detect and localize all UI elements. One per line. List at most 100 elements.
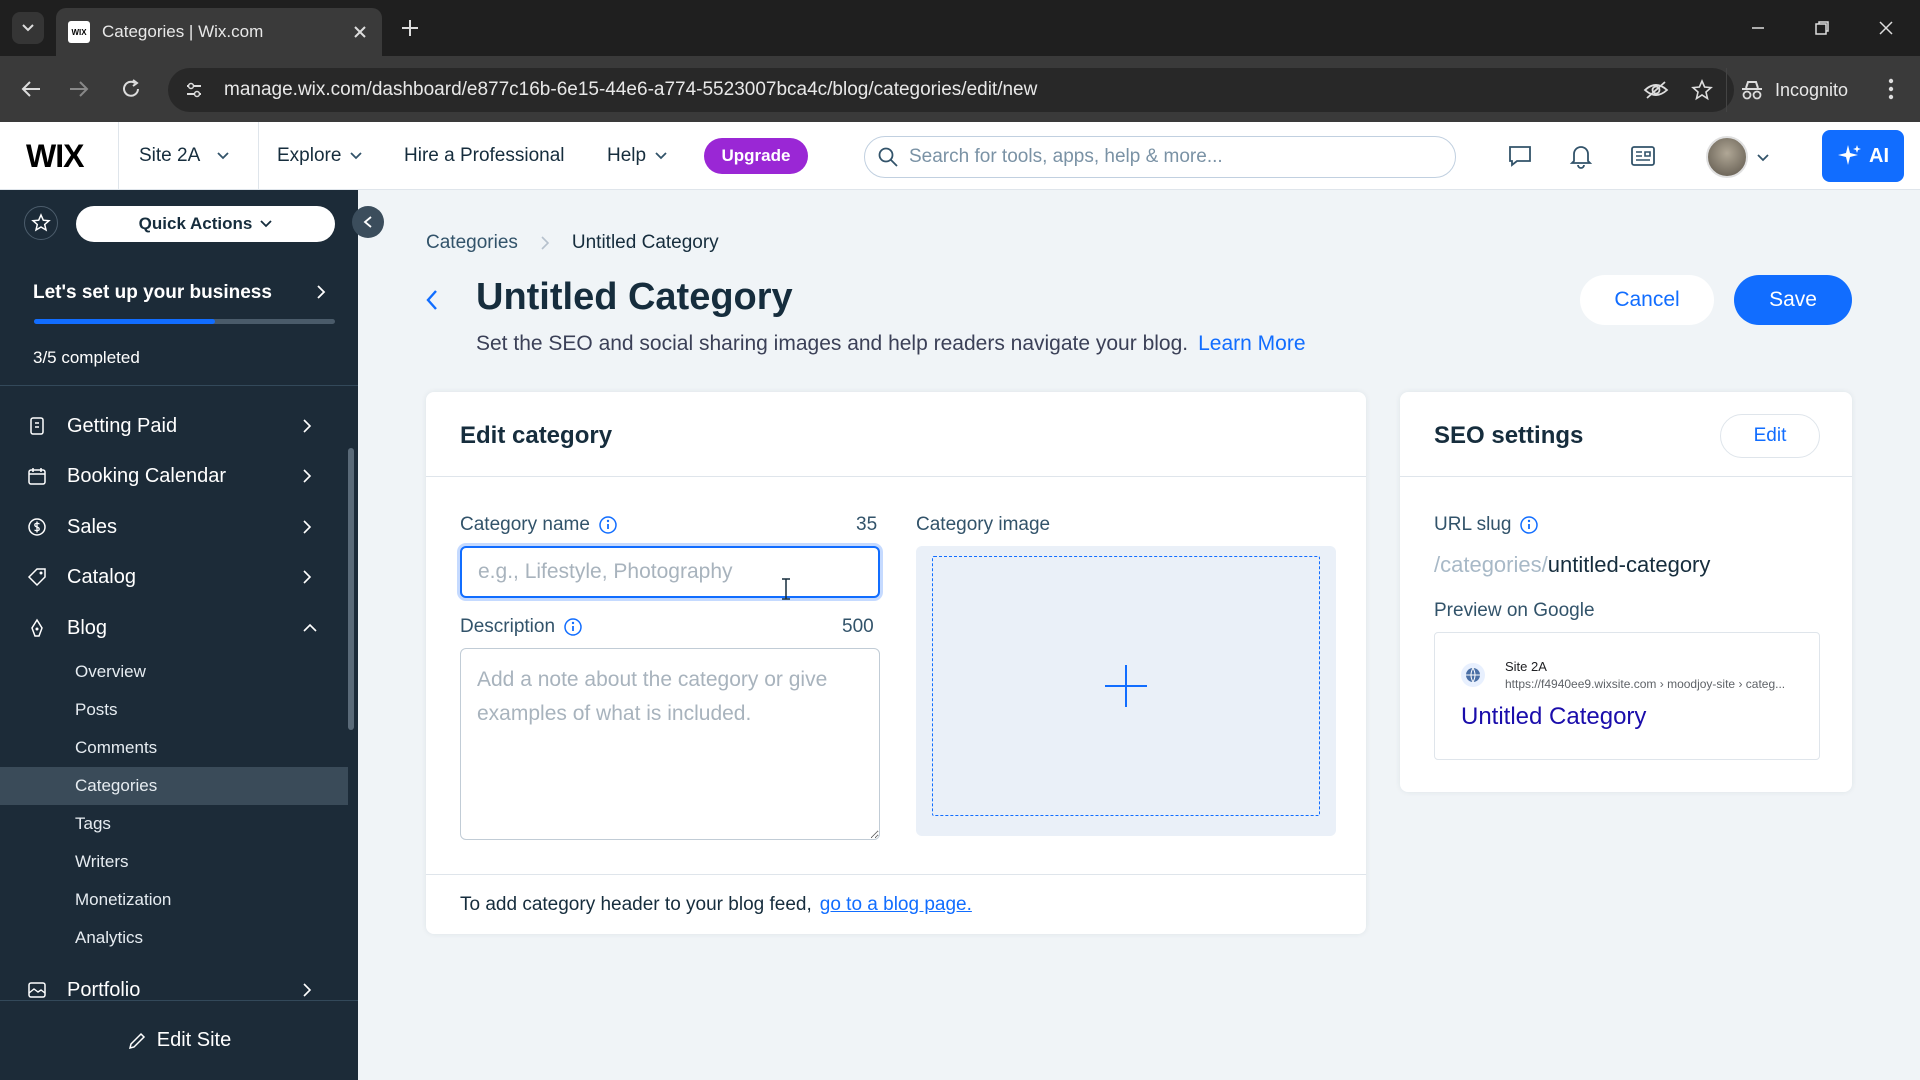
- eye-off-icon[interactable]: [1642, 76, 1670, 104]
- upgrade-button[interactable]: Upgrade: [704, 138, 808, 174]
- image-upload-dropzone[interactable]: [932, 556, 1320, 816]
- slug-prefix: /categories/: [1434, 552, 1548, 577]
- sidebar-subitem-posts[interactable]: Posts: [0, 691, 348, 729]
- sidebar-item-blog[interactable]: Blog: [0, 604, 350, 652]
- edit-site-button[interactable]: Edit Site: [0, 1000, 358, 1080]
- card-divider: [426, 874, 1366, 875]
- pen-nib-icon: [26, 617, 48, 639]
- edit-site-label: Edit Site: [156, 1029, 232, 1051]
- sidebar-item-catalog[interactable]: Catalog: [0, 553, 350, 601]
- chevron-left-icon: [363, 216, 372, 228]
- sidebar-subitem-categories[interactable]: Categories: [0, 767, 348, 805]
- site-info-icon[interactable]: [182, 78, 206, 102]
- minimize-icon[interactable]: [1744, 14, 1772, 42]
- new-tab-icon[interactable]: [398, 16, 422, 40]
- setup-checklist[interactable]: Let's set up your business 3/5 completed: [0, 262, 358, 386]
- seo-edit-button[interactable]: Edit: [1720, 414, 1820, 458]
- save-button[interactable]: Save: [1734, 275, 1852, 325]
- page-subtitle: Set the SEO and social sharing images an…: [476, 332, 1306, 356]
- help-menu[interactable]: Help: [607, 122, 668, 190]
- url-text[interactable]: manage.wix.com/dashboard/e877c16b-6e15-4…: [224, 79, 1642, 101]
- blog-header-note-text: To add category header to your blog feed…: [460, 894, 812, 915]
- chevron-down-icon: [260, 220, 272, 228]
- description-char-limit: 500: [842, 616, 874, 637]
- sidebar-subitem-analytics[interactable]: Analytics: [0, 919, 348, 957]
- collapse-sidebar-button[interactable]: [352, 206, 384, 238]
- plus-icon: [1105, 665, 1147, 707]
- description-label-text: Description: [460, 616, 556, 637]
- sidebar-item-sales[interactable]: Sales: [0, 503, 350, 551]
- setup-progress-fill: [34, 319, 215, 324]
- header-search[interactable]: [864, 136, 1456, 178]
- chat-icon[interactable]: [1506, 142, 1534, 170]
- sidebar-item-getting-paid[interactable]: Getting Paid: [0, 402, 350, 450]
- address-bar[interactable]: manage.wix.com/dashboard/e877c16b-6e15-4…: [168, 68, 1734, 112]
- explore-label: Explore: [277, 145, 342, 166]
- info-icon[interactable]: [598, 515, 618, 535]
- info-icon[interactable]: [1519, 515, 1539, 535]
- back-arrow-icon[interactable]: [424, 288, 440, 312]
- cancel-button[interactable]: Cancel: [1580, 275, 1714, 325]
- chevron-down-icon: [655, 152, 667, 160]
- incognito-indicator[interactable]: Incognito: [1726, 68, 1860, 112]
- restore-icon[interactable]: [1808, 14, 1836, 42]
- chevron-down-icon: [217, 152, 229, 160]
- hire-professional-link[interactable]: Hire a Professional: [404, 122, 565, 190]
- calendar-icon: [26, 465, 48, 487]
- explore-menu[interactable]: Explore: [277, 122, 363, 190]
- sidebar-scrollbar[interactable]: [348, 448, 354, 730]
- back-icon[interactable]: [16, 74, 46, 104]
- avatar[interactable]: [1706, 136, 1748, 178]
- site-switcher[interactable]: Site 2A: [118, 122, 259, 190]
- portfolio-icon: [26, 979, 48, 1001]
- dollar-circle-icon: [26, 516, 48, 538]
- setup-count: 3/5 completed: [33, 348, 140, 367]
- sidebar-subitem-tags[interactable]: Tags: [0, 805, 348, 843]
- sidebar-subitem-overview[interactable]: Overview: [0, 653, 348, 691]
- sidebar-subitem-writers[interactable]: Writers: [0, 843, 348, 881]
- browser-tab[interactable]: WIX Categories | Wix.com: [56, 8, 382, 56]
- breadcrumb-categories[interactable]: Categories: [426, 232, 518, 254]
- sidebar-subitem-monetization[interactable]: Monetization: [0, 881, 348, 919]
- news-feed-icon[interactable]: [1629, 142, 1657, 170]
- chevron-right-icon: [303, 469, 312, 483]
- bookmark-star-icon[interactable]: [1688, 76, 1716, 104]
- sidebar-subitem-comments[interactable]: Comments: [0, 729, 348, 767]
- ai-assistant-button[interactable]: AI: [1822, 130, 1904, 182]
- setup-progress-bar: [34, 319, 335, 324]
- preview-on-google-label: Preview on Google: [1434, 600, 1595, 621]
- sidebar-item-label: Catalog: [67, 565, 136, 588]
- chevron-right-icon: [317, 285, 326, 299]
- favorites-button[interactable]: [24, 206, 58, 240]
- forward-icon[interactable]: [64, 74, 94, 104]
- search-icon: [878, 147, 898, 167]
- learn-more-link[interactable]: Learn More: [1198, 332, 1305, 355]
- tab-search-button[interactable]: [12, 12, 44, 44]
- seo-settings-card: SEO settings Edit URL slug /categories/u…: [1400, 392, 1852, 792]
- chevron-up-icon: [303, 623, 317, 632]
- info-icon[interactable]: [563, 617, 583, 637]
- category-name-input[interactable]: [460, 546, 880, 598]
- tab-close-icon[interactable]: [350, 22, 370, 42]
- sidebar-item-label: Booking Calendar: [67, 464, 226, 487]
- category-image-label: Category image: [916, 514, 1051, 535]
- category-name-label-text: Category name: [460, 514, 590, 535]
- chevron-right-icon: [303, 983, 312, 997]
- incognito-icon: [1742, 81, 1762, 100]
- go-to-blog-page-link[interactable]: go to a blog page.: [820, 894, 972, 916]
- browser-menu-icon[interactable]: [1876, 74, 1906, 104]
- reload-icon[interactable]: [116, 74, 146, 104]
- tab-title: Categories | Wix.com: [102, 22, 264, 41]
- sidebar-item-label: Getting Paid: [67, 414, 178, 437]
- edit-category-title: Edit category: [460, 422, 613, 449]
- text-cursor-icon: [782, 578, 790, 600]
- quick-actions-button[interactable]: Quick Actions: [76, 206, 335, 242]
- sidebar-item-booking-calendar[interactable]: Booking Calendar: [0, 452, 350, 500]
- chevron-down-icon[interactable]: [1756, 153, 1770, 163]
- bell-icon[interactable]: [1567, 142, 1595, 170]
- wix-logo[interactable]: WIX: [26, 138, 84, 175]
- url-slug-value: /categories/untitled-category: [1434, 552, 1710, 578]
- search-input[interactable]: [909, 146, 1429, 168]
- close-window-icon[interactable]: [1872, 14, 1900, 42]
- description-textarea[interactable]: [460, 648, 880, 840]
